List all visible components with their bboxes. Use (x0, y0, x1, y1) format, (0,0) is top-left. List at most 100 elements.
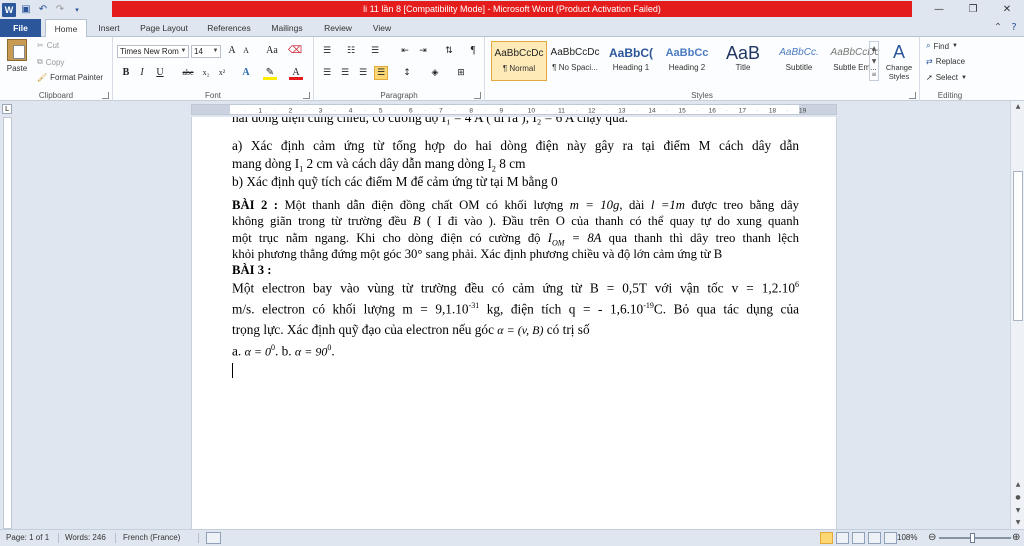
restore-icon[interactable]: ❐ (956, 0, 990, 19)
zoom-in-icon[interactable]: ⊕ (1012, 530, 1020, 546)
style-heading-2[interactable]: AaBbCc Heading 2 (659, 41, 715, 81)
full-screen-reading-icon[interactable] (836, 532, 849, 544)
previous-page-icon[interactable]: ▲ (1011, 479, 1024, 491)
align-right-icon[interactable]: ☰ (356, 66, 370, 80)
tab-file[interactable]: File (0, 19, 41, 37)
increase-indent-icon[interactable]: ⇥ (416, 44, 430, 58)
zoom-slider-track[interactable] (939, 537, 1011, 539)
print-layout-icon[interactable] (820, 532, 833, 544)
align-left-icon[interactable]: ☰ (320, 66, 334, 80)
ruler-number: 5 (379, 108, 383, 115)
change-case-button[interactable]: Aa (263, 44, 281, 58)
ruler-number: 13 (618, 108, 626, 115)
format-painter-button[interactable]: 🖌 Format Painter (37, 73, 103, 82)
outline-view-icon[interactable] (868, 532, 881, 544)
scroll-thumb[interactable] (1013, 171, 1023, 321)
shrink-font-button[interactable]: A (239, 44, 253, 58)
multilevel-list-icon[interactable]: ☰ (368, 44, 382, 58)
superscript-button[interactable]: x² (215, 66, 229, 80)
status-language[interactable]: French (France) (123, 530, 180, 546)
find-button[interactable]: ⌕ Find ▼ (926, 41, 958, 51)
style-name: Subtitle (785, 63, 813, 72)
strikethrough-button[interactable]: abc (179, 66, 197, 80)
minimize-ribbon-icon[interactable]: ⌃ (992, 22, 1004, 34)
scroll-down-icon[interactable]: ▼ (1011, 517, 1024, 529)
status-separator (115, 533, 116, 543)
document-page[interactable]: hai dòng điện cùng chiều, có cường độ I₁… (191, 117, 837, 529)
undo-icon[interactable]: ↶ (36, 3, 50, 17)
replace-button[interactable]: ⇄ Replace (926, 57, 965, 66)
ruler-tick: · (455, 108, 457, 114)
paste-button[interactable]: Paste (3, 39, 31, 83)
font-size-combo[interactable]: 14 ▼ (191, 45, 221, 58)
zoom-out-icon[interactable]: ⊖ (928, 530, 936, 546)
doc-text: Một thanh dẫn điện đồng chất OM có khối … (278, 198, 570, 212)
style-no-spacing[interactable]: AaBbCcDc ¶ No Spaci... (547, 41, 603, 81)
clipboard-launcher-icon[interactable] (102, 92, 109, 99)
tab-references[interactable]: References (200, 19, 258, 37)
numbering-icon[interactable]: ☷ (344, 44, 358, 58)
clear-formatting-icon[interactable]: ⌫ (288, 44, 302, 58)
justify-icon[interactable]: ☰ (374, 66, 388, 80)
horizontal-ruler[interactable]: 1 · 2 · 3 · 4 · 5 · 6 · 7 · 8 · 9 · 10 · 11 · 12 · 13 · 14 · 15 · 16 · 1… (191, 104, 837, 115)
select-button[interactable]: ➚ Select ▼ (926, 73, 967, 82)
text-effects-icon[interactable]: A (239, 66, 253, 80)
save-icon[interactable]: ▣ (19, 3, 33, 17)
cut-button[interactable]: ✂ Cut (37, 41, 59, 50)
style-normal[interactable]: AaBbCcDc ¶ Normal (491, 41, 547, 81)
zoom-slider-thumb[interactable] (970, 533, 975, 543)
help-icon[interactable]: ? (1008, 22, 1020, 34)
status-words[interactable]: Words: 246 (65, 530, 106, 546)
next-page-icon[interactable]: ▼ (1011, 505, 1024, 517)
tab-selector-icon[interactable]: L (2, 104, 12, 114)
minimize-icon[interactable]: — (922, 0, 956, 19)
style-title[interactable]: AaB Title (715, 41, 771, 81)
zoom-level[interactable]: 108% (897, 530, 917, 546)
browse-object-icon[interactable]: ● (1011, 492, 1024, 504)
close-icon[interactable]: ✕ (990, 0, 1024, 19)
tab-view[interactable]: View (364, 19, 400, 37)
shading-icon[interactable]: ◈ (428, 66, 442, 80)
line-spacing-icon[interactable]: ↕ (400, 66, 414, 80)
borders-icon[interactable]: ⊞ (454, 66, 468, 80)
show-formatting-button[interactable]: ¶ (466, 44, 480, 58)
tab-insert[interactable]: Insert (90, 19, 128, 37)
styles-launcher-icon[interactable] (909, 92, 916, 99)
font-group-label: Font (204, 91, 221, 100)
italic-button[interactable]: I (135, 66, 149, 80)
bullets-icon[interactable]: ☰ (320, 44, 334, 58)
bold-button[interactable]: B (119, 66, 133, 80)
grow-font-button[interactable]: A (225, 44, 239, 58)
qat-customize-icon[interactable]: ▾ (70, 3, 84, 17)
status-page[interactable]: Page: 1 of 1 (6, 530, 49, 546)
font-launcher-icon[interactable] (303, 92, 310, 99)
copy-button[interactable]: ⧉ Copy (37, 57, 64, 67)
macro-record-icon[interactable] (206, 532, 221, 544)
style-heading-1[interactable]: AaBbC( Heading 1 (603, 41, 659, 81)
draft-view-icon[interactable] (884, 532, 897, 544)
styles-scroll[interactable]: ▲ ▼ ≡ (869, 41, 879, 81)
scroll-up-icon[interactable]: ▲ (1011, 101, 1024, 113)
web-layout-icon[interactable] (852, 532, 865, 544)
word-app-icon[interactable]: W (2, 2, 16, 17)
highlight-icon[interactable]: ✎ (263, 66, 277, 80)
tab-page-layout[interactable]: Page Layout (134, 19, 194, 37)
decrease-indent-icon[interactable]: ⇤ (398, 44, 412, 58)
tab-review[interactable]: Review (317, 19, 359, 37)
underline-button[interactable]: U (153, 66, 167, 80)
tab-home[interactable]: Home (45, 19, 87, 38)
vertical-scrollbar[interactable]: ▲ ▲ ● ▼ ▼ (1010, 101, 1024, 529)
doc-line-bai3-2: m/s. electron có khối lượng m = 9,1.10-3… (232, 301, 799, 317)
change-styles-button[interactable]: A Change Styles (882, 41, 916, 85)
font-color-icon[interactable]: A (289, 66, 303, 80)
align-center-icon[interactable]: ☰ (338, 66, 352, 80)
scissors-icon: ✂ (37, 41, 44, 50)
font-name-combo[interactable]: Times New Rom ▼ (117, 45, 189, 58)
vertical-ruler[interactable] (0, 117, 14, 529)
style-subtitle[interactable]: AaBbCc. Subtitle (771, 41, 827, 81)
paragraph-launcher-icon[interactable] (474, 92, 481, 99)
redo-icon[interactable]: ↷ (53, 3, 67, 17)
sort-icon[interactable]: ⇅ (442, 44, 456, 58)
tab-mailings[interactable]: Mailings (264, 19, 310, 37)
subscript-button[interactable]: x₂ (199, 66, 213, 80)
